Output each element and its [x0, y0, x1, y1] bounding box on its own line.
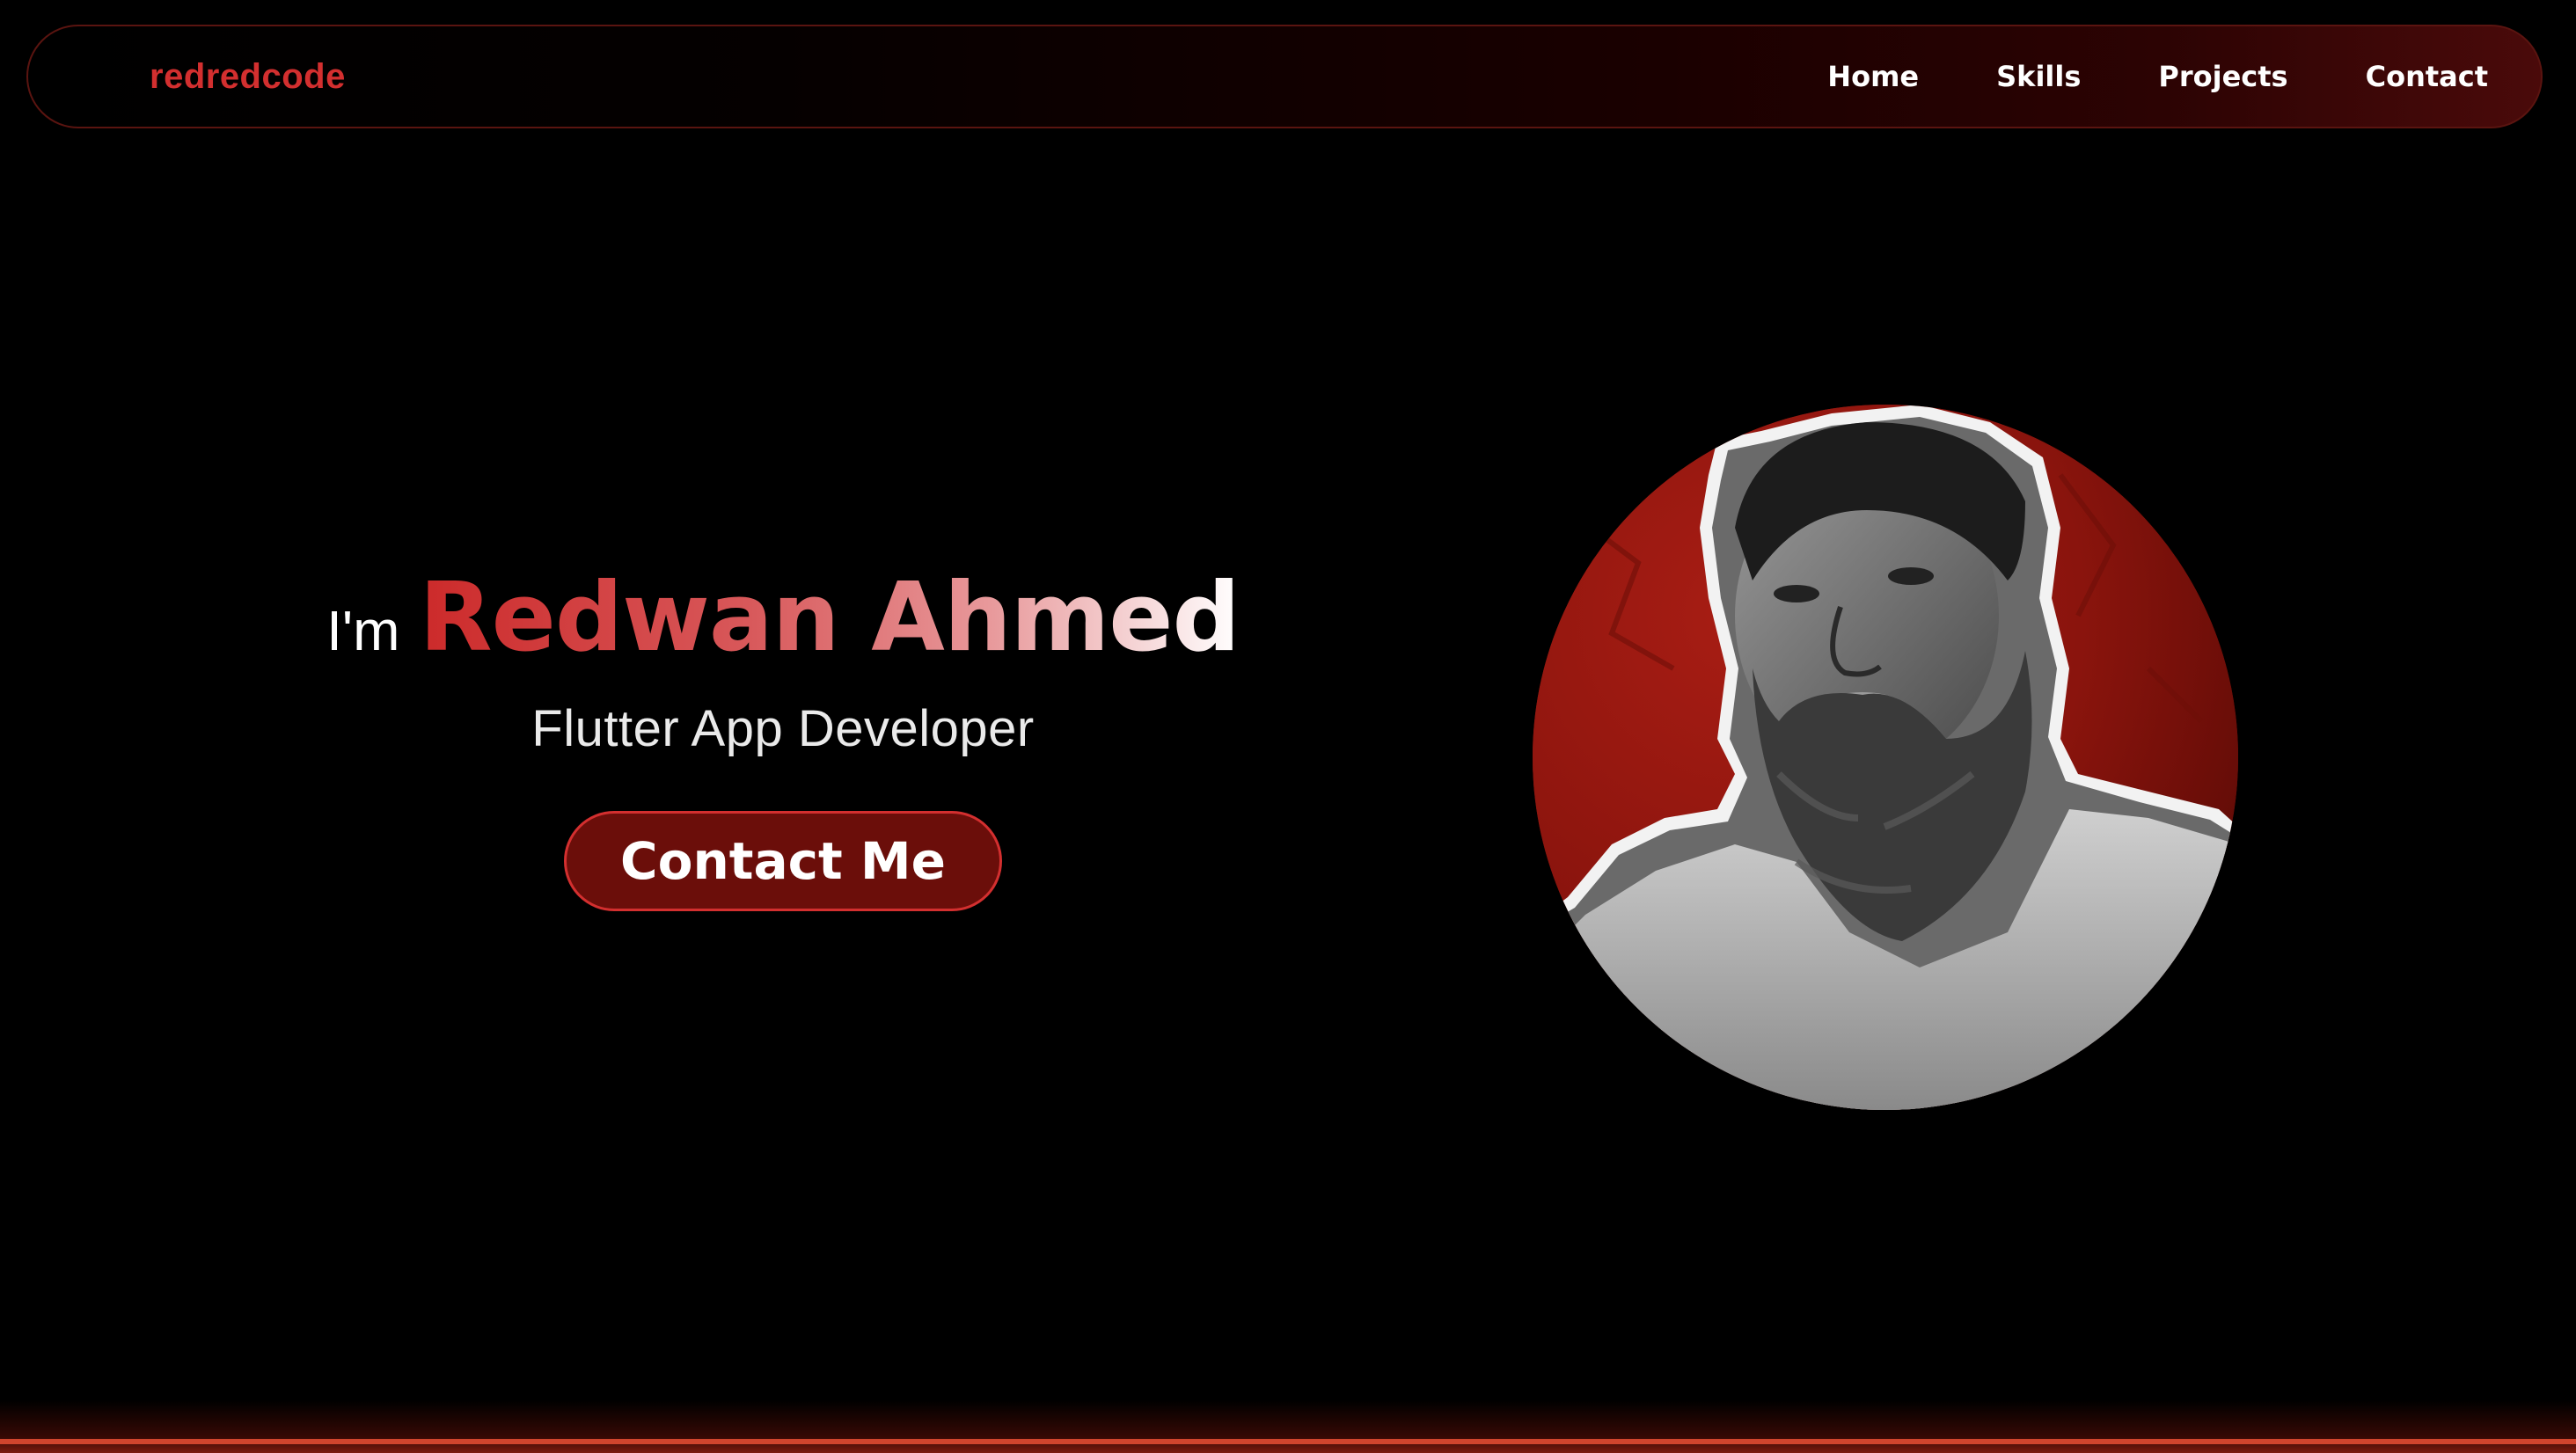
bottom-glow: [0, 1400, 2576, 1453]
nav-link-skills[interactable]: Skills: [1996, 60, 2081, 93]
profile-avatar: [1533, 405, 2238, 1110]
nav-link-home[interactable]: Home: [1827, 60, 1919, 93]
hero-name: Redwan Ahmed: [419, 563, 1240, 673]
navbar: redredcode Home Skills Projects Contact: [26, 25, 2543, 128]
hero-subtitle: Flutter App Developer: [531, 700, 1035, 757]
hero-intro: I'm Redwan Ahmed Flutter App Developer C…: [255, 563, 1311, 911]
contact-me-button[interactable]: Contact Me: [564, 811, 1002, 911]
logo[interactable]: redredcode: [150, 57, 346, 97]
bottom-divider: [0, 1439, 2576, 1444]
greeting-prefix: I'm: [326, 599, 400, 662]
nav-link-projects[interactable]: Projects: [2158, 60, 2287, 93]
nav-link-contact[interactable]: Contact: [2366, 60, 2488, 93]
hero-heading: I'm Redwan Ahmed: [326, 563, 1240, 673]
profile-photo-icon: [1533, 405, 2238, 1110]
nav-links: Home Skills Projects Contact: [1827, 60, 2488, 93]
page: redredcode Home Skills Projects Contact …: [0, 0, 2576, 1453]
